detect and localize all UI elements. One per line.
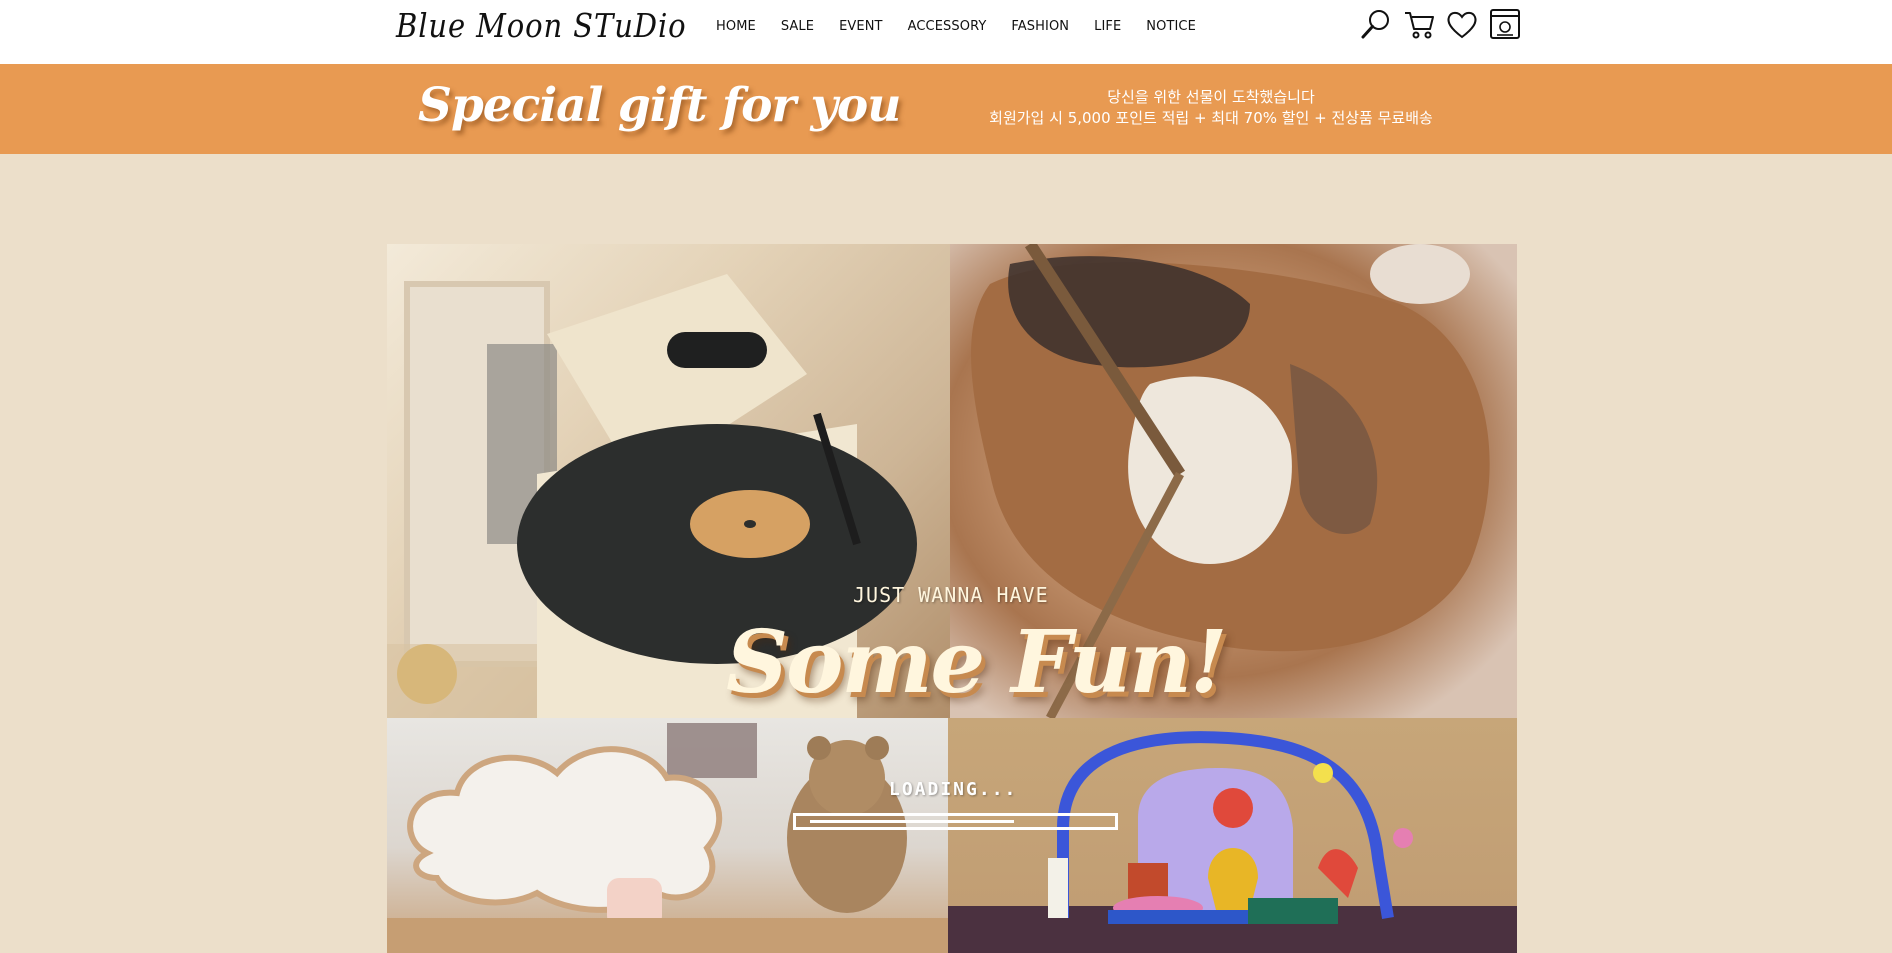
search-icon[interactable]	[1358, 6, 1394, 42]
banner-text: 당신을 위한 선물이 도착했습니다 회원가입 시 5,000 포인트 적립 + …	[966, 87, 1456, 129]
nav-sale[interactable]: SALE	[781, 19, 814, 34]
loading-label: LOADING...	[889, 779, 1018, 800]
hero-title: Some Fun!	[726, 612, 1227, 713]
cart-icon[interactable]	[1401, 6, 1437, 42]
cloud-mirror-photo	[387, 718, 948, 953]
clay-objects-photo	[948, 718, 1517, 953]
site-header: Blue Moon STuDio HOME SALE EVENT ACCESSO…	[0, 0, 1892, 64]
main-nav: HOME SALE EVENT ACCESSORY FASHION LIFE N…	[716, 19, 1221, 34]
nav-fashion[interactable]: FASHION	[1011, 19, 1069, 34]
banner-line-2: 회원가입 시 5,000 포인트 적립 + 최대 70% 할인 + 전상품 무료…	[989, 109, 1433, 127]
banner-line-1: 당신을 위한 선물이 도착했습니다	[1107, 88, 1315, 106]
site-logo[interactable]: Blue Moon STuDio	[396, 6, 686, 45]
nav-home[interactable]: HOME	[716, 19, 756, 34]
nav-event[interactable]: EVENT	[839, 19, 883, 34]
hero-subtitle: JUST WANNA HAVE	[853, 583, 1049, 607]
banner-title: Special gift for you	[418, 78, 901, 133]
header-icons	[1358, 6, 1523, 42]
nav-accessory[interactable]: ACCESSORY	[908, 19, 987, 34]
nav-life[interactable]: LIFE	[1094, 19, 1121, 34]
loading-progress-fill	[810, 820, 1014, 823]
mypage-icon[interactable]	[1487, 6, 1523, 42]
nav-notice[interactable]: NOTICE	[1146, 19, 1196, 34]
loading-progress-bar	[793, 813, 1118, 830]
promo-banner[interactable]: Special gift for you 당신을 위한 선물이 도착했습니다 회…	[0, 64, 1892, 154]
heart-icon[interactable]	[1444, 6, 1480, 42]
